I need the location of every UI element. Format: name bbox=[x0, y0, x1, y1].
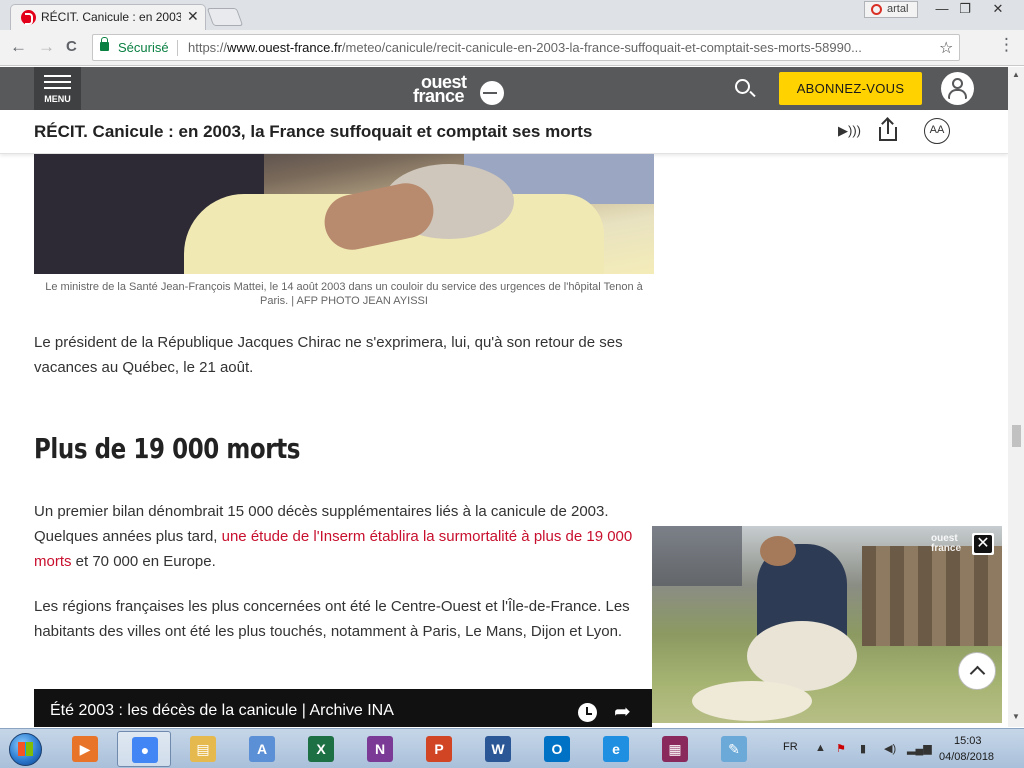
reload-button[interactable]: C bbox=[66, 38, 77, 55]
network-icon[interactable]: ▂▄▆ bbox=[907, 742, 932, 755]
taskbar-paint-button[interactable]: ✎ bbox=[707, 731, 761, 767]
account-icon[interactable] bbox=[941, 72, 974, 105]
floating-video-player[interactable]: ouest france bbox=[652, 526, 1002, 723]
volume-icon[interactable]: ◀) bbox=[884, 742, 896, 755]
taskbar-outlook-button[interactable]: O bbox=[530, 731, 584, 767]
search-icon[interactable] bbox=[735, 79, 750, 94]
site-header: MENU ouest france ABONNEZ-VOUS bbox=[0, 67, 1008, 110]
onenote-icon: N bbox=[367, 736, 393, 762]
windows-taskbar: ▶ ● ▤ A X N P W Oe ▦ ✎ FR ▲ ⚑ ▮ ◀) ▂▄▆ 15:03 04/08… bbox=[0, 728, 1024, 768]
photo-caption: Le ministre de la Santé Jean-François Ma… bbox=[45, 281, 643, 307]
scroll-up-icon[interactable]: ▲ bbox=[1012, 70, 1020, 79]
profile-name: artal bbox=[887, 3, 909, 15]
logo-circle-icon bbox=[480, 81, 504, 105]
section-heading: Plus de 19 000 morts bbox=[34, 432, 301, 465]
embedded-video[interactable]: Été 2003 : les décès de la canicule | Ar… bbox=[34, 689, 652, 727]
profile-icon bbox=[871, 4, 882, 15]
taskbar-word-button[interactable]: W bbox=[471, 731, 525, 767]
wordpad-icon: A bbox=[249, 736, 275, 762]
clock-date[interactable]: 04/08/2018 bbox=[939, 751, 994, 763]
forward-button[interactable]: → bbox=[38, 37, 55, 57]
browser-titlebar: RÉCIT. Canicule : en 2003, la Fran ✕ art… bbox=[0, 0, 1024, 30]
taskbar-explorer-button[interactable]: ▤ bbox=[176, 731, 230, 767]
lock-icon bbox=[100, 37, 109, 51]
ouest-france-favicon-icon bbox=[21, 10, 36, 25]
taskbar-powerpoint-button[interactable]: P bbox=[412, 731, 466, 767]
outlook-icon: O bbox=[544, 736, 570, 762]
chrome-profile-button[interactable]: artal bbox=[864, 1, 918, 18]
browser-tab[interactable]: RÉCIT. Canicule : en 2003, la Fran ✕ bbox=[10, 4, 206, 30]
explorer-icon: ▤ bbox=[190, 736, 216, 762]
article-paragraph: Le président de la République Jacques Ch… bbox=[34, 334, 623, 376]
menu-button[interactable]: MENU bbox=[34, 67, 81, 110]
new-tab-button[interactable] bbox=[206, 8, 244, 26]
subscribe-button[interactable]: ABONNEZ-VOUS bbox=[779, 72, 922, 105]
taskbar-wordpad-button[interactable]: A bbox=[235, 731, 289, 767]
article-paragraph: Un premier bilan dénombrait 15 000 décès… bbox=[34, 503, 633, 570]
article-title: RÉCIT. Canicule : en 2003, la France suf… bbox=[34, 122, 593, 141]
secure-label: Sécurisé bbox=[118, 40, 169, 55]
omnibox-divider bbox=[177, 40, 178, 56]
video-watermark-logo: ouest france bbox=[931, 533, 962, 554]
scroll-thumb[interactable] bbox=[1012, 425, 1021, 447]
video-share-icon[interactable]: ➦ bbox=[614, 699, 631, 724]
clock-time[interactable]: 15:03 bbox=[954, 735, 982, 747]
windows-logo-icon bbox=[18, 742, 33, 756]
browser-toolbar: ← → C Sécurisé https://www.ouest-france.… bbox=[0, 30, 1024, 66]
article-photo bbox=[34, 154, 654, 274]
share-icon[interactable] bbox=[879, 119, 897, 141]
back-button[interactable]: ← bbox=[10, 37, 27, 57]
article-paragraph: Les régions françaises les plus concerné… bbox=[34, 598, 630, 640]
action-center-icon[interactable]: ⚑ bbox=[836, 742, 846, 755]
tab-title: RÉCIT. Canicule : en 2003, la Fran bbox=[41, 10, 181, 24]
menu-label: MENU bbox=[44, 94, 71, 104]
close-floating-video-button[interactable]: ✕ bbox=[972, 533, 994, 555]
taskbar-chrome-button[interactable]: ● bbox=[117, 731, 171, 767]
sticky-article-bar: RÉCIT. Canicule : en 2003, la France suf… bbox=[0, 110, 1008, 154]
excel-icon: X bbox=[308, 736, 334, 762]
media-player-icon: ▶ bbox=[72, 736, 98, 762]
ouest-france-logo[interactable]: ouest france bbox=[413, 72, 513, 107]
back-to-top-button[interactable] bbox=[958, 652, 996, 690]
internet-explorer-icon: e bbox=[603, 736, 629, 762]
page-scrollbar[interactable]: ▲ ▼ bbox=[1008, 67, 1024, 727]
taskbar-excel-button[interactable]: X bbox=[294, 731, 348, 767]
scroll-down-icon[interactable]: ▼ bbox=[1012, 712, 1020, 721]
powerpoint-icon: P bbox=[426, 736, 452, 762]
word-icon: W bbox=[485, 736, 511, 762]
winrar-icon: ▦ bbox=[662, 736, 688, 762]
start-button[interactable] bbox=[3, 730, 48, 768]
address-bar[interactable]: Sécurisé https://www.ouest-france.fr/met… bbox=[92, 34, 960, 61]
url-text[interactable]: https://www.ouest-france.fr/meteo/canicu… bbox=[188, 40, 928, 55]
show-hidden-icons[interactable]: ▲ bbox=[815, 742, 826, 754]
hamburger-icon bbox=[44, 75, 71, 77]
watch-later-icon[interactable] bbox=[578, 703, 597, 722]
paint-icon: ✎ bbox=[721, 736, 747, 762]
close-window-button[interactable]: ✕ bbox=[984, 0, 1012, 18]
bookmark-star-icon[interactable]: ☆ bbox=[939, 38, 953, 58]
taskbar-winrar-button[interactable]: ▦ bbox=[648, 731, 702, 767]
taskbar-internet-explorer-button[interactable]: e bbox=[589, 731, 643, 767]
text-size-button[interactable]: AA bbox=[924, 118, 950, 144]
chrome-icon: ● bbox=[132, 737, 158, 763]
tab-close-icon[interactable]: ✕ bbox=[187, 8, 199, 25]
taskbar-media-player-button[interactable]: ▶ bbox=[58, 731, 112, 767]
taskbar-onenote-button[interactable]: N bbox=[353, 731, 407, 767]
video-title[interactable]: Été 2003 : les décès de la canicule | Ar… bbox=[50, 702, 394, 720]
restore-button[interactable]: ❐ bbox=[951, 0, 979, 18]
power-icon[interactable]: ▮ bbox=[860, 742, 866, 755]
chrome-menu-icon[interactable]: ⋮ bbox=[998, 36, 1015, 53]
language-indicator[interactable]: FR bbox=[783, 741, 798, 753]
listen-audio-icon[interactable]: ▶))) bbox=[838, 123, 861, 139]
